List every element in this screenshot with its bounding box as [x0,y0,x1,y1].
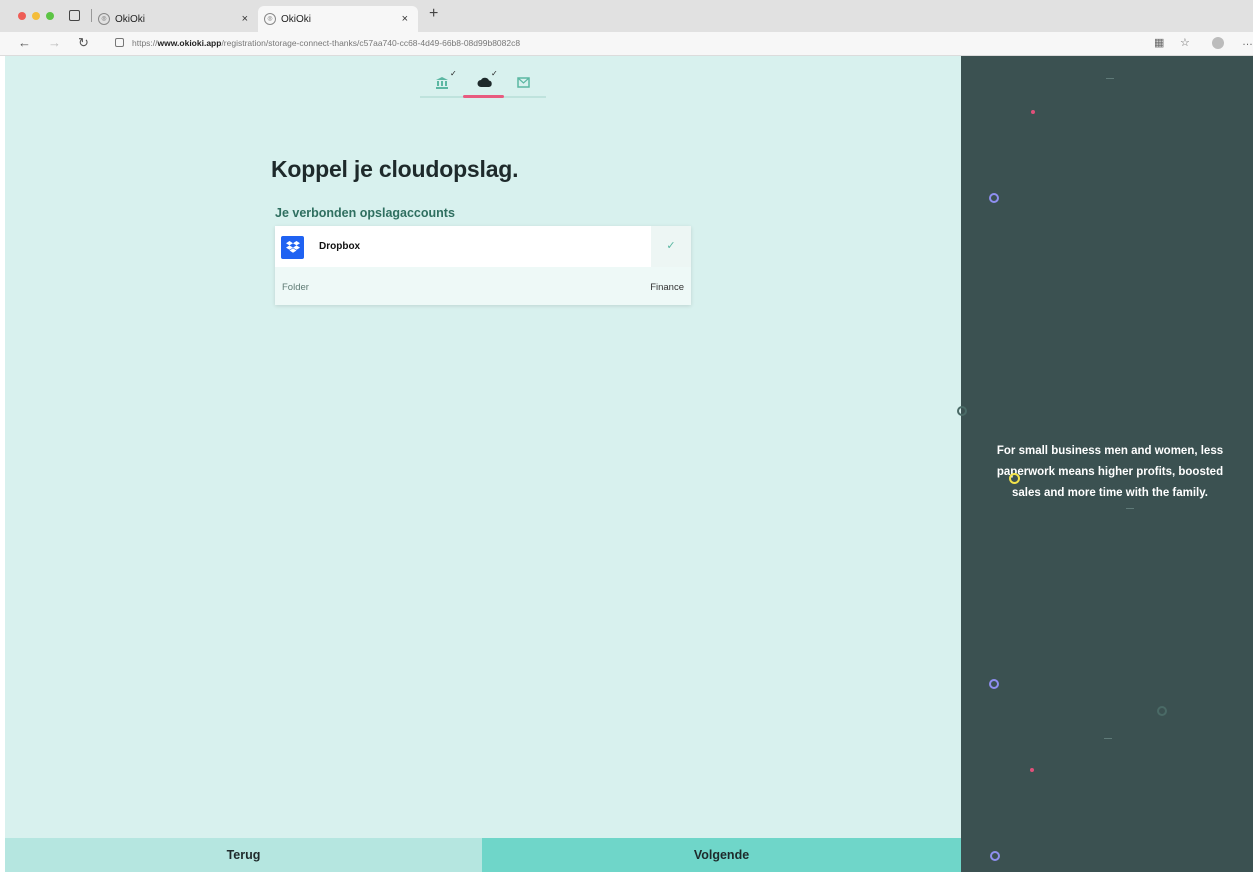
connected-check-icon: ✓ [651,226,691,267]
decor-ring [1009,473,1020,484]
connected-accounts-label: Je verbonden opslagaccounts [275,206,455,220]
profile-avatar[interactable] [1212,37,1224,49]
folder-label: Folder [282,282,309,293]
tab-separator [91,9,92,22]
step-check-icon: ✓ [450,69,457,78]
next-button[interactable]: Volgende [482,838,961,872]
window-maximize-button[interactable] [46,12,54,20]
testimonial-quote: For small business men and women, less p… [996,445,1224,499]
step-check-icon: ✓ [491,69,498,78]
folder-value: Finance [650,282,684,293]
tab-title: OkiOki [281,13,311,25]
browser-tab-bar: ◎ OkiOki × ◎ OkiOki × + [0,0,1253,32]
decor-dash [1126,508,1134,509]
tab-close-icon[interactable]: × [242,13,248,25]
browser-tab-1[interactable]: ◎ OkiOki × [98,6,258,32]
new-tab-button[interactable]: + [429,5,438,23]
forward-arrow-icon[interactable]: → [48,35,61,50]
reader-view-icon[interactable]: ▦ [1154,36,1164,49]
cloud-icon [477,76,493,91]
decor-ring [1157,706,1167,716]
mail-icon [517,76,530,91]
reload-icon[interactable]: ↻ [78,35,89,51]
decor-ring [957,406,967,416]
bank-icon [435,76,449,92]
url-field[interactable]: https://www.okioki.app/registration/stor… [132,38,520,48]
back-arrow-icon[interactable]: ← [18,35,31,50]
more-menu-icon[interactable]: … [1242,36,1253,48]
decor-dot [1030,768,1034,772]
window-minimize-button[interactable] [32,12,40,20]
storage-account-card: Dropbox ✓ Folder Finance [275,226,691,305]
step-active-indicator [463,95,504,98]
back-button[interactable]: Terug [5,838,482,872]
favicon-icon: ◎ [98,13,110,25]
favicon-icon: ◎ [264,13,276,25]
browser-tab-2-active[interactable]: ◎ OkiOki × [258,6,418,32]
testimonial-panel: For small business men and women, less p… [957,56,1253,872]
decor-ring [989,193,999,203]
page-title: Koppel je cloudopslag. [271,156,519,182]
tab-actions-icon[interactable] [69,10,80,21]
lock-icon [115,38,124,47]
favorites-icon[interactable]: ☆ [1180,36,1190,49]
decor-ring [989,679,999,689]
decor-dot [1031,110,1035,114]
decor-dash [1104,738,1112,739]
decor-dash [1106,78,1114,79]
address-bar: ← → ↻ https://www.okioki.app/registratio… [0,32,1253,56]
tab-close-icon[interactable]: × [402,13,408,25]
registration-main: ✓ ✓ Koppel je cloudopslag. Je verbonden … [5,56,961,872]
window-close-button[interactable] [18,12,26,20]
storage-provider-name: Dropbox [319,241,361,252]
storage-account-header[interactable]: Dropbox [275,226,651,267]
dropbox-icon [281,236,304,259]
decor-ring [990,851,1000,861]
tab-title: OkiOki [115,13,145,25]
